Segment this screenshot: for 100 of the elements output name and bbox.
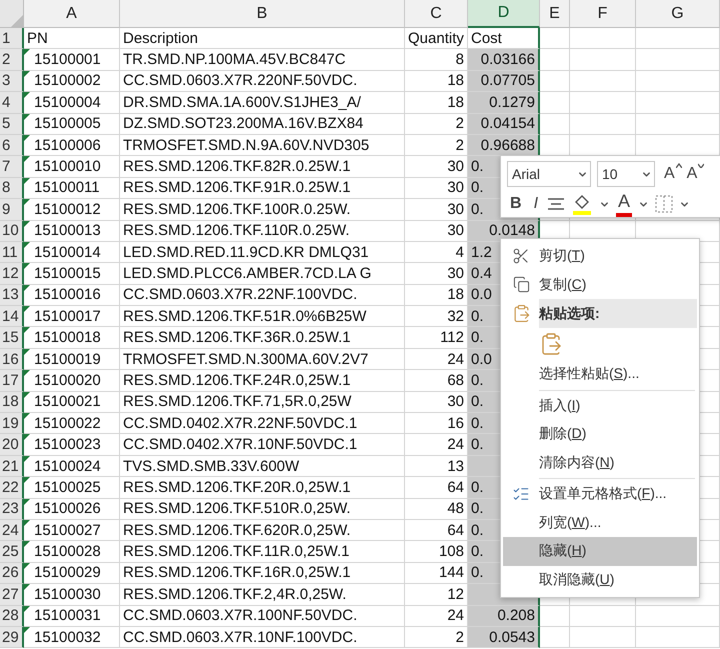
- error-indicator[interactable]: [24, 434, 30, 440]
- column-header[interactable]: F: [570, 0, 636, 28]
- row-header[interactable]: 6: [0, 134, 24, 156]
- error-indicator[interactable]: [24, 327, 30, 334]
- table-cell: Description: [120, 28, 405, 50]
- error-indicator[interactable]: [24, 134, 30, 141]
- row-header[interactable]: 23: [0, 498, 24, 520]
- error-indicator[interactable]: [24, 477, 30, 484]
- error-indicator[interactable]: [24, 92, 30, 98]
- table-cell: TRMOSFET.SMD.N.300MA.60V.2V7: [120, 348, 405, 370]
- font-size-field[interactable]: 10: [597, 161, 655, 187]
- table-cell: 64: [405, 520, 468, 542]
- error-indicator[interactable]: [24, 284, 30, 291]
- table-cell: 15100029: [34, 564, 101, 582]
- row-header[interactable]: 29: [0, 626, 24, 648]
- row-header[interactable]: 12: [0, 263, 24, 285]
- row-header[interactable]: 7: [0, 156, 24, 178]
- table-cell: [540, 28, 570, 50]
- row-header[interactable]: 17: [0, 370, 24, 392]
- table-cell: 0.0543: [468, 626, 540, 648]
- font-name-field[interactable]: Arial: [507, 161, 591, 187]
- row-header[interactable]: 28: [0, 606, 24, 627]
- table-cell: 64: [405, 477, 468, 499]
- error-indicator[interactable]: [24, 199, 30, 206]
- column-header[interactable]: B: [120, 0, 405, 28]
- row-header[interactable]: 22: [0, 477, 24, 499]
- error-indicator[interactable]: [24, 178, 30, 184]
- error-indicator[interactable]: [24, 606, 30, 612]
- table-cell: RES.SMD.1206.TKF.51R.0%6B25W: [120, 306, 405, 328]
- error-indicator[interactable]: [24, 49, 30, 56]
- error-indicator[interactable]: [24, 541, 30, 548]
- row-header[interactable]: 1: [0, 28, 24, 50]
- row-header[interactable]: 15: [0, 327, 24, 349]
- row-header[interactable]: 9: [0, 199, 24, 221]
- error-indicator[interactable]: [24, 456, 30, 462]
- error-indicator[interactable]: [24, 392, 30, 398]
- table-cell: 15100016: [34, 286, 101, 304]
- row-header[interactable]: 18: [0, 392, 24, 414]
- table-cell: RES.SMD.1206.TKF.91R.0.25W.1: [120, 178, 405, 200]
- row-header[interactable]: 21: [0, 456, 24, 478]
- error-indicator[interactable]: [24, 263, 30, 270]
- table-cell: 2: [405, 114, 468, 135]
- font-color-button[interactable]: A: [616, 191, 632, 217]
- table-cell: 30: [405, 263, 468, 285]
- column-header[interactable]: A: [24, 0, 120, 28]
- table-cell: RES.SMD.1206.TKF.16R.0,25W.1: [120, 562, 405, 584]
- table-cell: 15100027: [34, 522, 101, 539]
- table-cell: 15100002: [34, 72, 101, 90]
- error-indicator[interactable]: [24, 156, 30, 162]
- error-indicator[interactable]: [24, 70, 30, 77]
- error-indicator[interactable]: [24, 220, 30, 227]
- row-header[interactable]: 16: [0, 348, 24, 370]
- table-cell: [540, 70, 570, 92]
- menu-item[interactable]: 隐藏(H): [503, 537, 697, 566]
- row-header[interactable]: 27: [0, 584, 24, 606]
- row-header[interactable]: 10: [0, 220, 24, 242]
- corner-triangle-icon: [11, 15, 23, 27]
- error-indicator[interactable]: [24, 584, 30, 590]
- row-header[interactable]: 11: [0, 242, 24, 264]
- row-header[interactable]: 26: [0, 562, 24, 584]
- row-header[interactable]: 20: [0, 434, 24, 456]
- row-header[interactable]: 4: [0, 92, 24, 114]
- table-cell: RES.SMD.1206.TKF.510R.0,25W.: [120, 498, 405, 520]
- table-cell: 0.07705: [468, 70, 540, 92]
- table-cell: 15100013: [34, 222, 101, 240]
- table-cell: PN: [24, 28, 120, 50]
- error-indicator[interactable]: [24, 562, 30, 569]
- error-indicator[interactable]: [24, 370, 30, 376]
- row-header[interactable]: 24: [0, 520, 24, 542]
- table-cell: 15100018: [34, 329, 101, 346]
- table-cell: 15100019: [34, 350, 101, 368]
- error-indicator[interactable]: [24, 348, 30, 355]
- error-indicator[interactable]: [24, 306, 30, 312]
- row-header[interactable]: 13: [0, 284, 24, 306]
- column-header[interactable]: C: [405, 0, 468, 28]
- table-cell: 15100030: [34, 586, 101, 603]
- error-indicator[interactable]: [24, 520, 30, 526]
- column-header[interactable]: D: [468, 0, 540, 28]
- error-indicator[interactable]: [24, 114, 30, 120]
- row-header[interactable]: 5: [0, 114, 24, 135]
- table-cell: TR.SMD.NP.100MA.45V.BC847C: [120, 49, 405, 71]
- error-indicator[interactable]: [24, 626, 30, 633]
- table-cell: Cost: [468, 28, 540, 50]
- row-header[interactable]: 14: [0, 306, 24, 328]
- table-cell: 0.208: [468, 606, 540, 627]
- column-header[interactable]: G: [636, 0, 720, 28]
- table-cell: 15100010: [34, 158, 101, 176]
- row-header[interactable]: 25: [0, 541, 24, 563]
- align-center-icon[interactable]: [547, 197, 566, 211]
- menu-section-header: 粘贴选项:: [539, 299, 697, 328]
- table-cell: 18: [405, 92, 468, 114]
- column-header[interactable]: E: [540, 0, 570, 28]
- error-indicator[interactable]: [24, 498, 30, 505]
- row-header[interactable]: 2: [0, 49, 24, 71]
- row-header[interactable]: 8: [0, 178, 24, 200]
- error-indicator[interactable]: [24, 242, 30, 248]
- row-header[interactable]: 3: [0, 70, 24, 92]
- error-indicator[interactable]: [24, 413, 30, 420]
- table-cell: 15100022: [34, 414, 101, 432]
- row-header[interactable]: 19: [0, 413, 24, 434]
